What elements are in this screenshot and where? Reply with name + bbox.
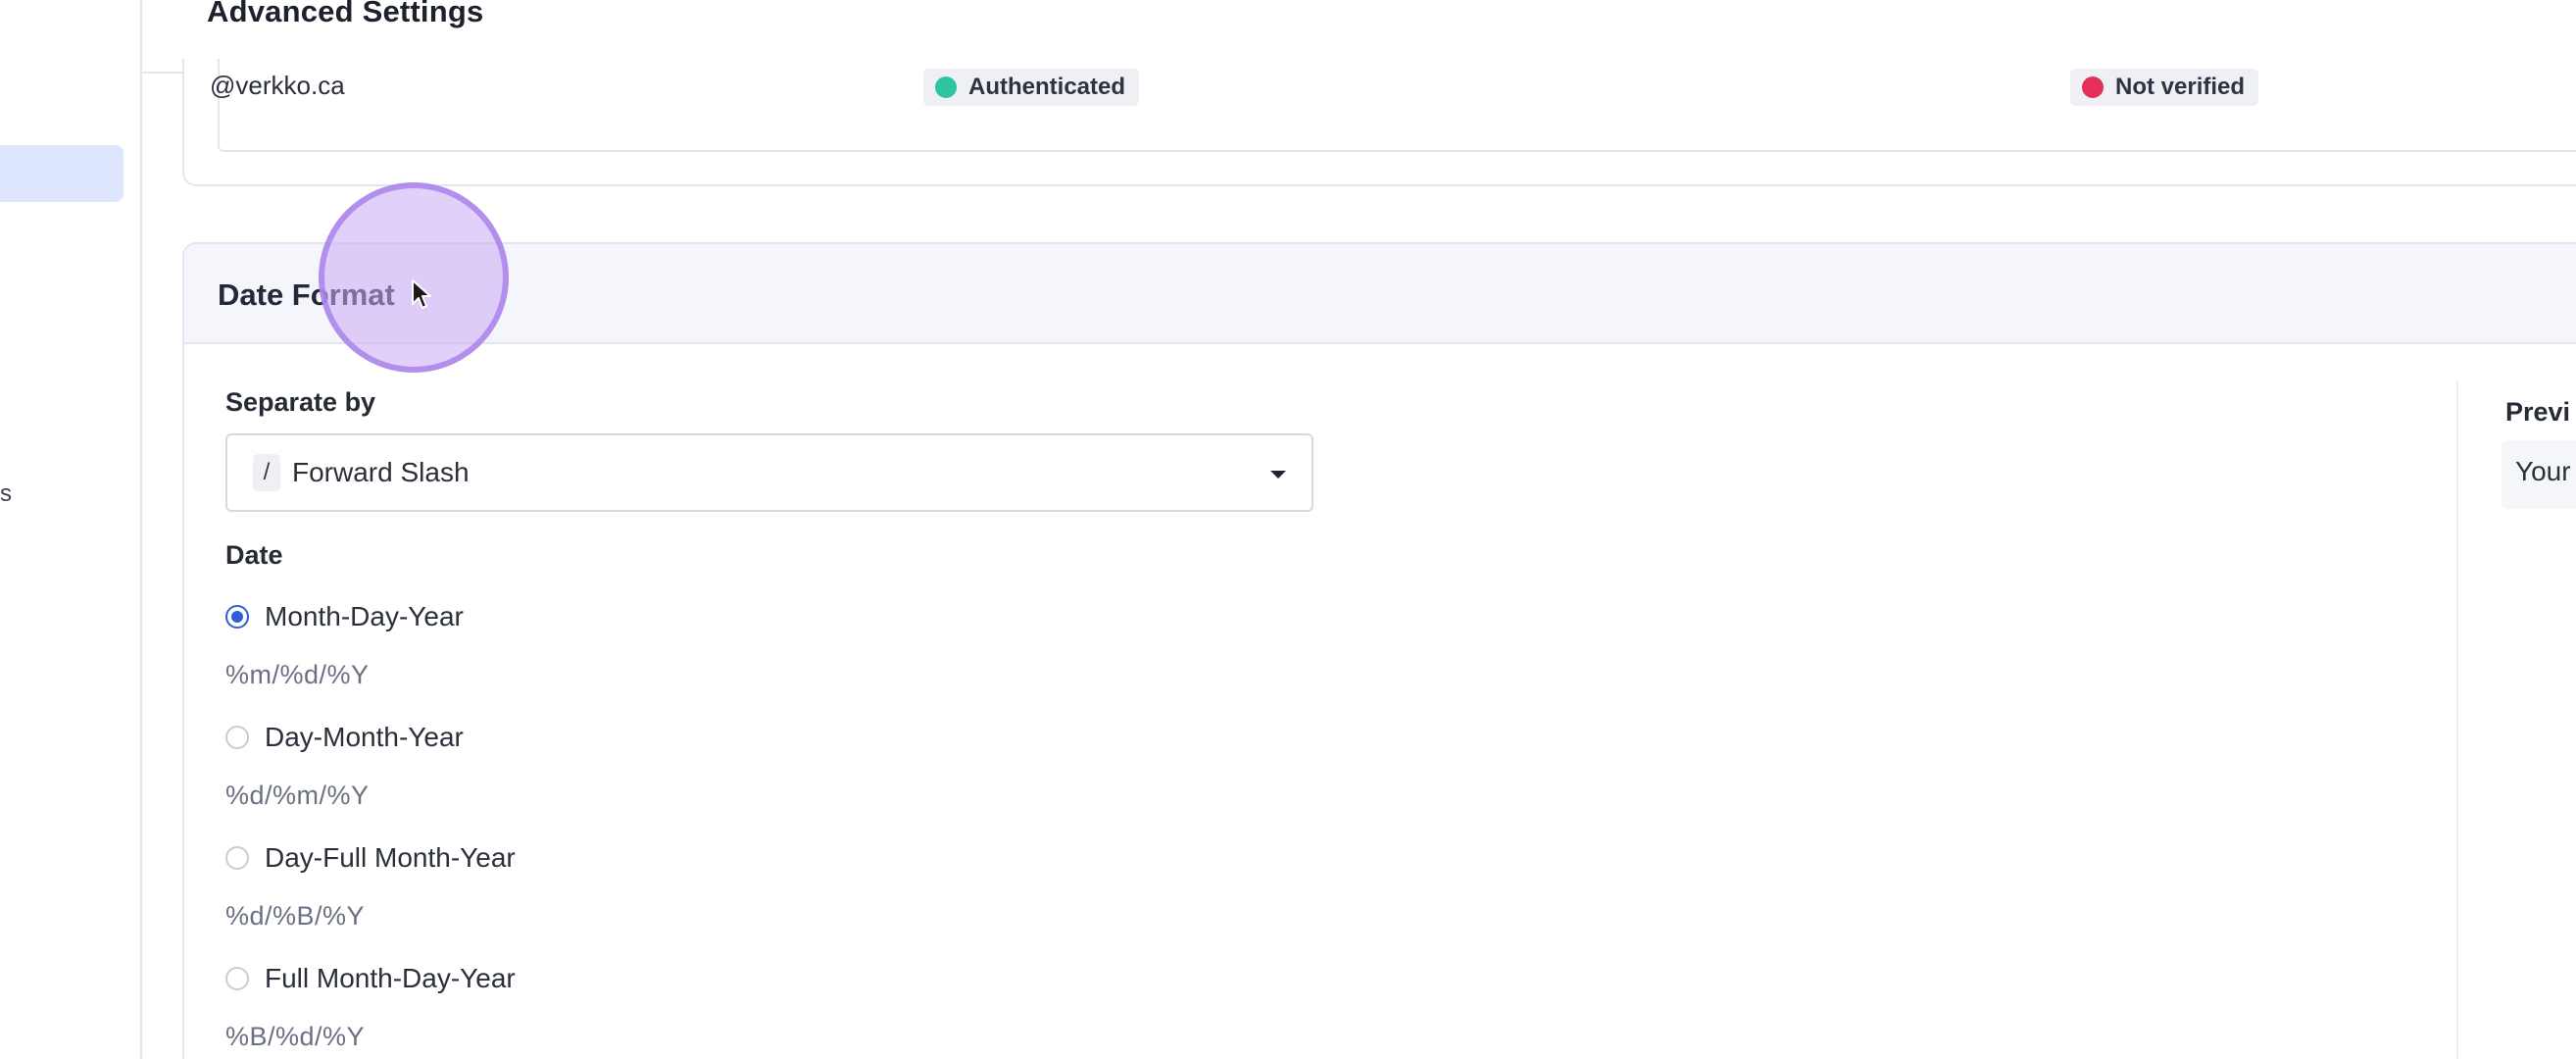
radio-day-full-month-year[interactable]: Day-Full Month-Year: [225, 842, 516, 874]
status-badge-authenticated: Authenticated: [923, 69, 1140, 106]
app-window: s Advanced Settings @verkko.ca Authentic…: [0, 0, 2576, 1059]
format-pattern: %d/%B/%Y: [225, 901, 366, 931]
separator-label: Separate by: [225, 387, 376, 417]
sidebar-item-label[interactable]: s: [0, 480, 12, 508]
sidebar-item-active[interactable]: [0, 145, 124, 202]
caret-down-icon: [1270, 471, 1286, 479]
radio-full-month-day-year[interactable]: Full Month-Day-Year: [225, 963, 516, 994]
radio-label: Month-Day-Year: [265, 601, 464, 631]
page-title: Advanced Settings: [207, 0, 484, 28]
format-pattern: %B/%d/%Y: [225, 1022, 366, 1051]
radio-button-checked[interactable]: [225, 605, 249, 629]
radio-label: Full Month-Day-Year: [265, 963, 516, 993]
radio-month-day-year[interactable]: Month-Day-Year: [225, 601, 464, 632]
error-dot-icon: [2082, 76, 2104, 98]
date-format-card: Date Format Separate by / Forward Slash …: [182, 242, 2576, 1059]
status-badge-not-verified: Not verified: [2070, 69, 2259, 106]
date-format-card-header[interactable]: Date Format: [184, 244, 2576, 344]
preview-text: Your: [2515, 456, 2571, 486]
format-pattern: %m/%d/%Y: [225, 660, 370, 689]
preview-divider: [2456, 381, 2458, 1059]
separator-selected-value: Forward Slash: [292, 457, 470, 487]
date-label: Date: [225, 540, 283, 570]
status-badge-label: Authenticated: [968, 74, 1126, 100]
domain-name: @verkko.ca: [210, 71, 345, 100]
success-dot-icon: [935, 76, 957, 98]
radio-button[interactable]: [225, 967, 249, 990]
separator-glyph: /: [253, 454, 280, 491]
radio-button[interactable]: [225, 726, 249, 749]
status-badge-label: Not verified: [2115, 74, 2246, 100]
sidebar: s: [0, 0, 142, 1059]
radio-label: Day-Month-Year: [265, 722, 464, 752]
format-pattern: %d/%m/%Y: [225, 781, 370, 810]
preview-label: Previ: [2505, 397, 2571, 427]
radio-day-month-year[interactable]: Day-Month-Year: [225, 722, 464, 753]
separator-select[interactable]: / Forward Slash: [225, 433, 1313, 512]
preview-box: Your: [2502, 440, 2576, 509]
date-format-title: Date Format: [218, 277, 395, 312]
radio-label: Day-Full Month-Year: [265, 842, 516, 873]
radio-button[interactable]: [225, 846, 249, 870]
